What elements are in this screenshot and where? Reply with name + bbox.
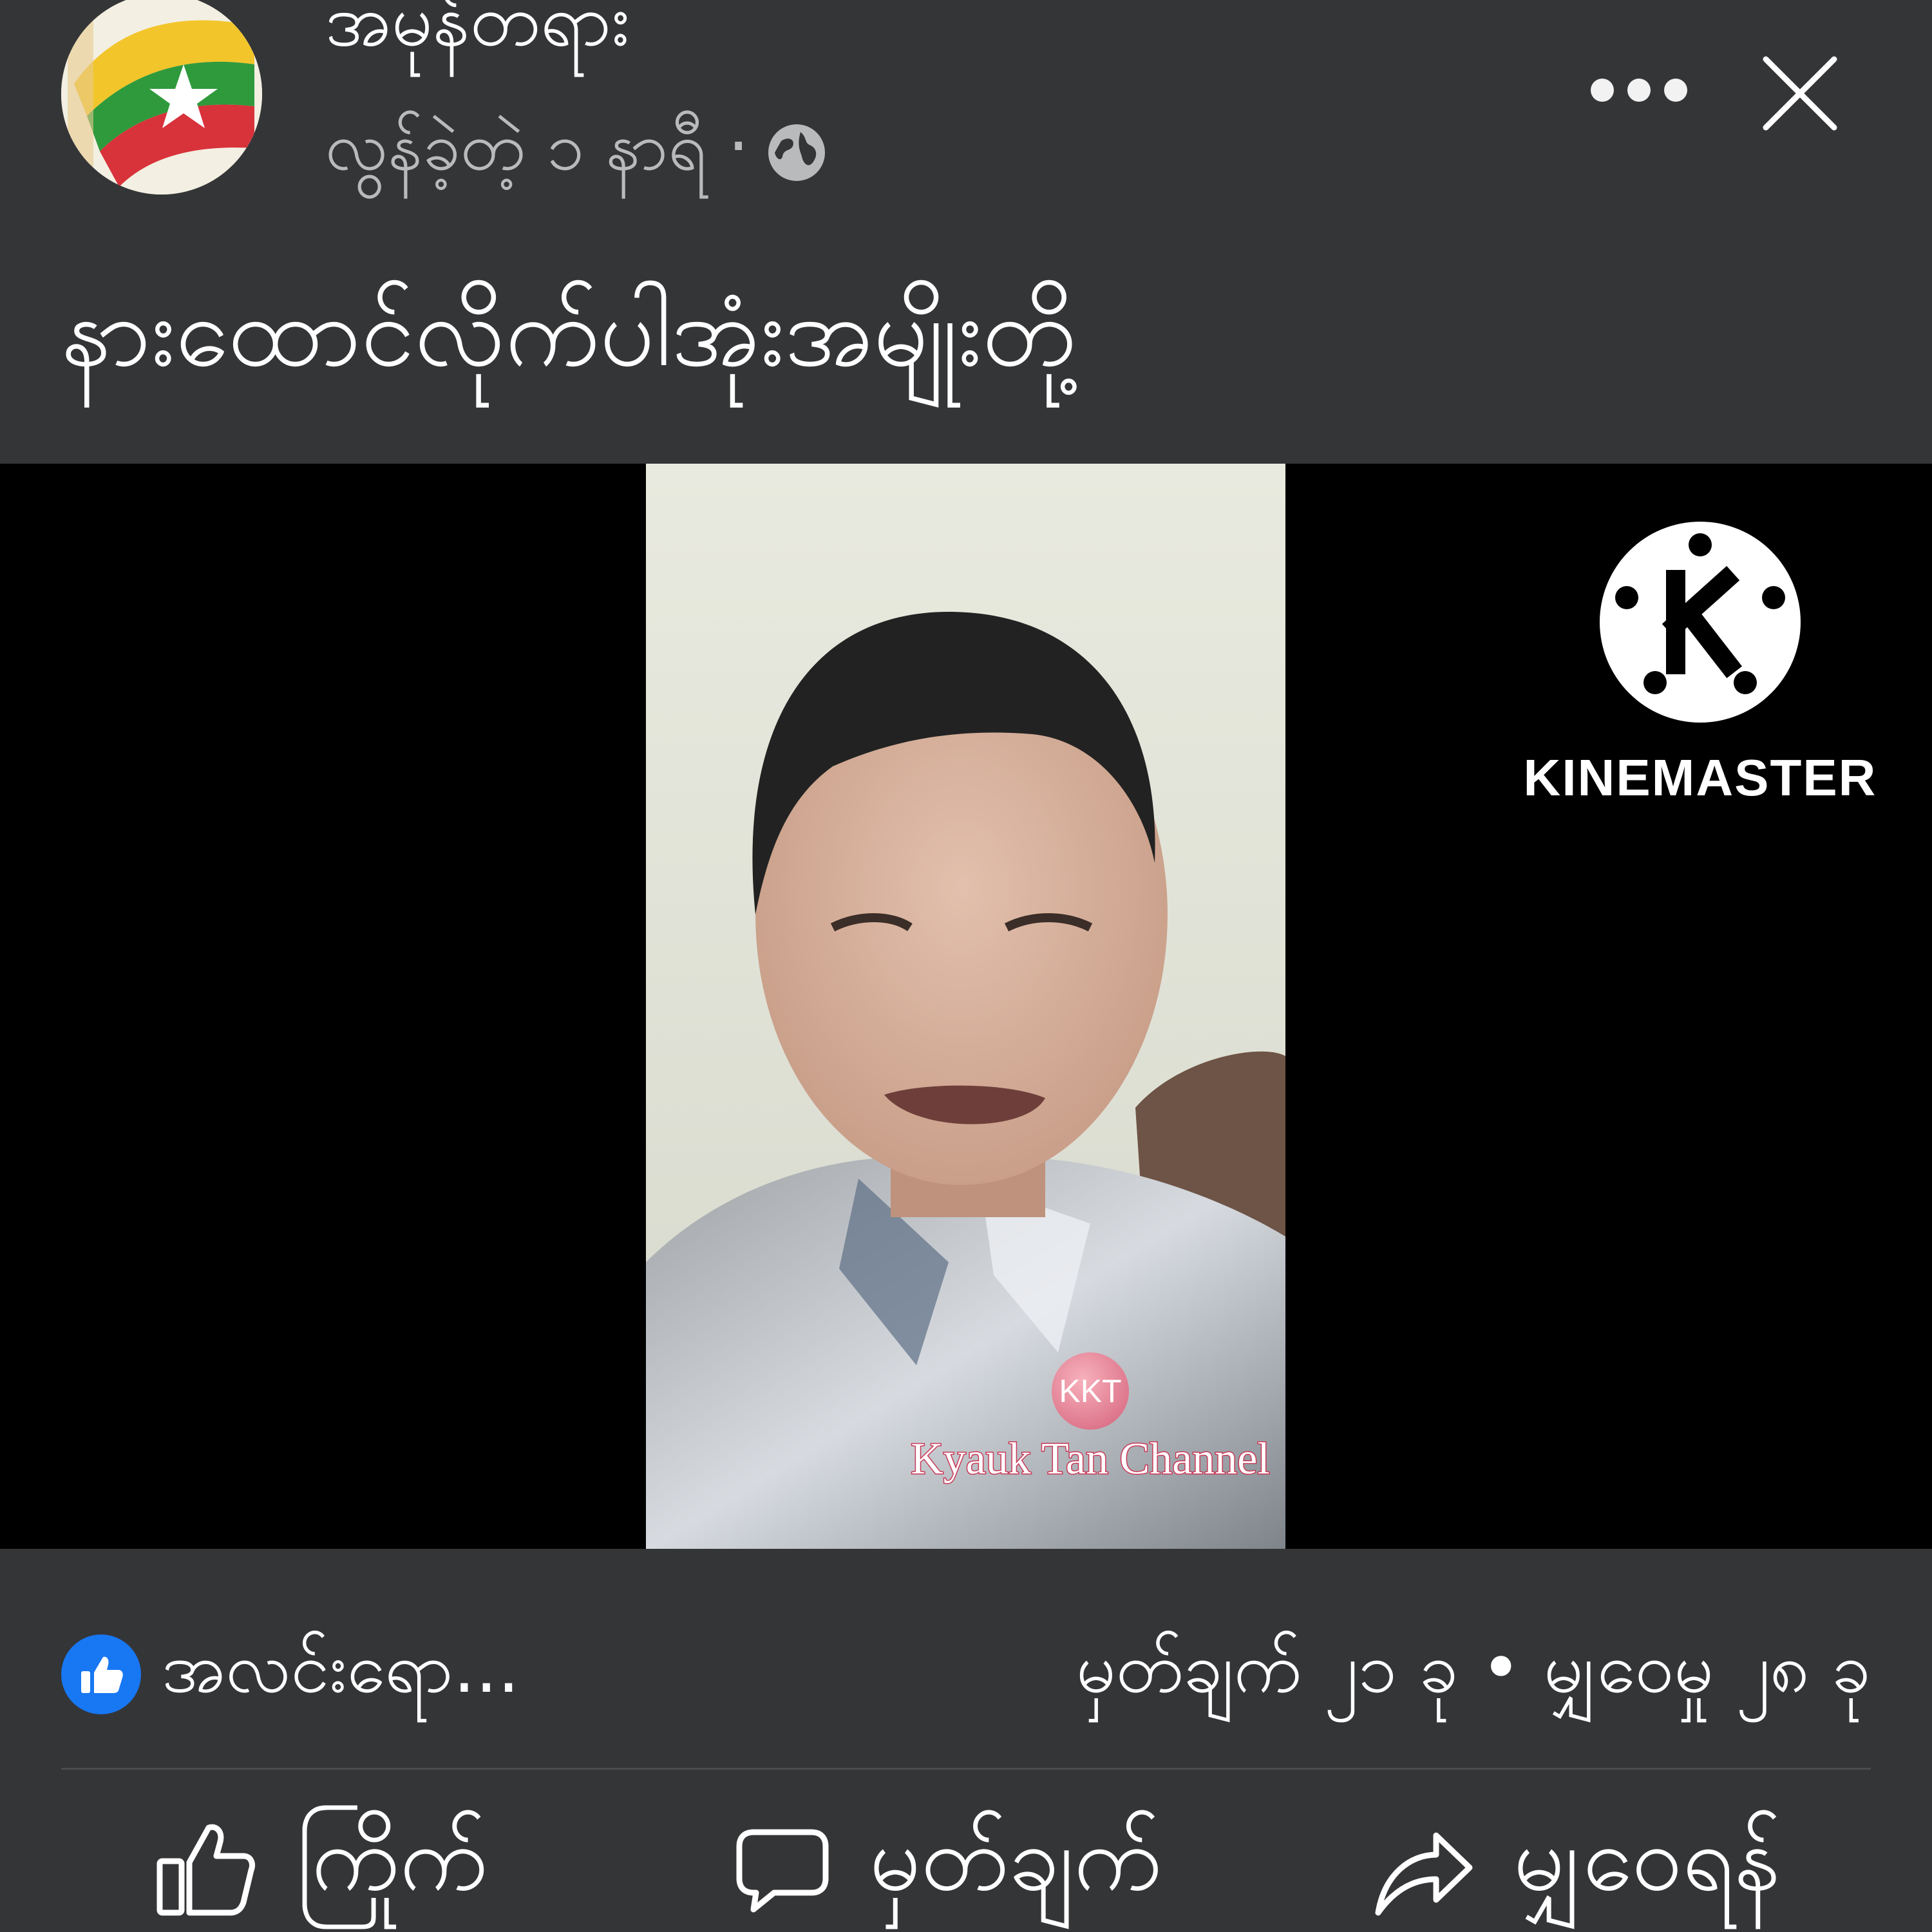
share-label: မျှဝေရန် [1513,1806,1781,1911]
post-time[interactable]: လွန်ခဲ့တဲ့ ၁ နာရီ · [325,103,749,202]
page-avatar[interactable] [61,0,262,194]
share-button[interactable]: မျှဝေရန် [1372,1803,1781,1932]
kinemaster-text: KINEMASTER [1523,749,1877,806]
engagement-stats: အလင်းရော... မှတ်ချက် ၂၁ ခု • မျှဝေမှု ၂၈… [61,1628,1871,1714]
channel-name: Kyauk Tan Channel [910,1434,1271,1485]
kinemaster-watermark: KINEMASTER [1523,522,1877,808]
like-reaction-icon [61,1634,141,1714]
globe-icon [768,124,826,181]
channel-watermark: KKT Kyauk Tan Channel [895,1352,1285,1485]
comment-label: မှတ်ချက် [869,1806,1162,1911]
video-player[interactable]: KINEMASTER KKT Kyauk Tan Channel [0,464,1932,1549]
post-meta: လွန်ခဲ့တဲ့ ၁ နာရီ · [325,103,826,202]
more-dot [1627,79,1651,102]
post-viewer: အမုန်တရား လွန်ခဲ့တဲ့ ၁ နာရီ · နားထောင်လိ… [0,0,1932,1932]
page-name[interactable]: အမုန်တရား [325,0,630,80]
share-icon [1375,1832,1473,1916]
more-dot [1664,79,1687,102]
close-icon[interactable] [1758,52,1842,135]
comment-share-counts[interactable]: မှတ်ချက် ၂၁ ခု • မျှဝေမှု ၂၈ ခု [1076,1623,1871,1726]
divider [61,1768,1871,1770]
thumbs-up-icon [156,1824,255,1916]
action-bar: ကြိုက် မှတ်ချက် မျှဝေရန် [0,1803,1932,1932]
comment-button[interactable]: မှတ်ချက် [734,1803,1162,1932]
kkt-badge: KKT [1052,1352,1129,1430]
like-label: ကြိုက် [296,1806,488,1911]
reactions-summary[interactable]: အလင်းရော... [162,1623,520,1726]
more-options-button[interactable] [1591,64,1687,116]
more-dot [1591,79,1614,102]
kinemaster-logo-icon [1600,522,1801,723]
post-text: နားထောင်လိုက်ပါအုံးအမျိုးတို့ [61,276,1077,388]
like-button[interactable]: ကြိုက် [155,1803,488,1932]
comment-icon [736,1829,829,1913]
